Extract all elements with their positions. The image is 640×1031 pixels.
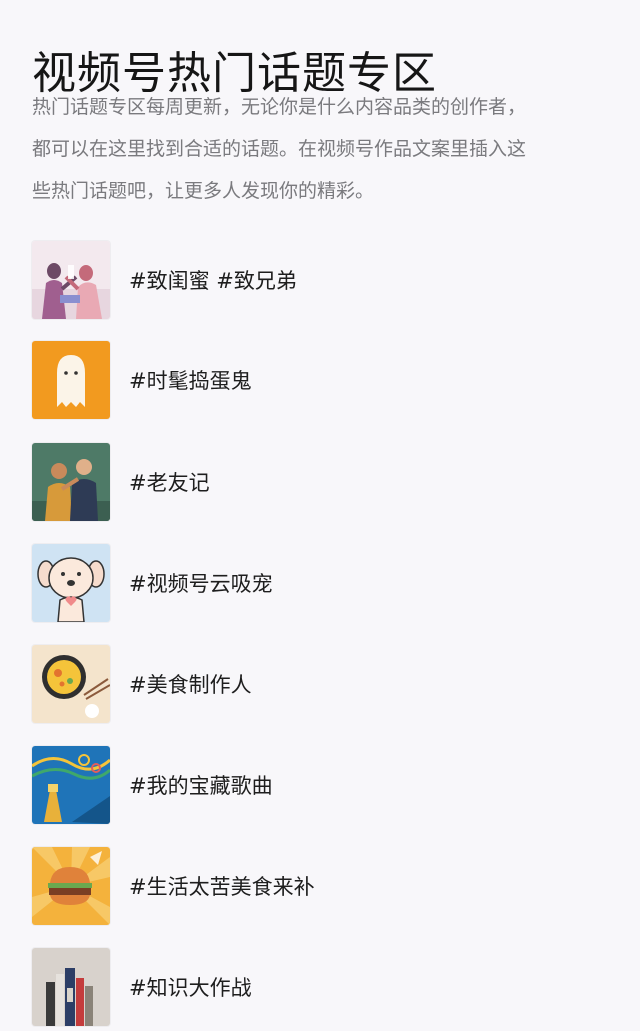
topic-label: #致闺蜜 #致兄弟 (129, 269, 297, 293)
topic-item-life-food[interactable]: #生活太苦美食来补 (32, 846, 612, 926)
topic-item-knowledge[interactable]: #知识大作战 (32, 947, 612, 1027)
topic-item-ghost[interactable]: #时髦捣蛋鬼 (32, 340, 612, 420)
burger-icon (32, 847, 110, 925)
topic-item-food-maker[interactable]: #美食制作人 (32, 644, 612, 724)
topic-label: #知识大作战 (129, 976, 252, 1000)
puppy-icon (32, 544, 110, 622)
music-trumpet-icon (32, 746, 110, 824)
intro-paragraph: 热门话题专区每周更新，无论你是什么内容品类的创作者， 都可以在这里找到合适的话题… (32, 86, 622, 212)
intro-line: 些热门话题吧，让更多人发现你的精彩。 (32, 180, 375, 202)
friends-toast-illustration-icon (32, 241, 110, 319)
old-friends-illustration-icon (32, 443, 110, 521)
topic-label: #视频号云吸宠 (129, 572, 273, 596)
topic-label: #我的宝藏歌曲 (129, 774, 273, 798)
intro-line: 都可以在这里找到合适的话题。在视频号作品文案里插入这 (32, 138, 527, 160)
topic-page: 视频号热门话题专区 热门话题专区每周更新，无论你是什么内容品类的创作者， 都可以… (0, 0, 640, 1031)
topic-label: #时髦捣蛋鬼 (129, 369, 252, 393)
topic-item-treasure-songs[interactable]: #我的宝藏歌曲 (32, 745, 612, 825)
topic-item-friends[interactable]: #致闺蜜 #致兄弟 (32, 240, 612, 320)
books-icon (32, 948, 110, 1026)
intro-line: 热门话题专区每周更新，无论你是什么内容品类的创作者， (32, 96, 527, 118)
topic-item-old-friends[interactable]: #老友记 (32, 442, 612, 522)
topic-label: #生活太苦美食来补 (129, 875, 315, 899)
topic-item-pets[interactable]: #视频号云吸宠 (32, 543, 612, 623)
ghost-icon (32, 341, 110, 419)
food-plate-icon (32, 645, 110, 723)
topic-label: #美食制作人 (129, 673, 252, 697)
topic-label: #老友记 (129, 471, 210, 495)
